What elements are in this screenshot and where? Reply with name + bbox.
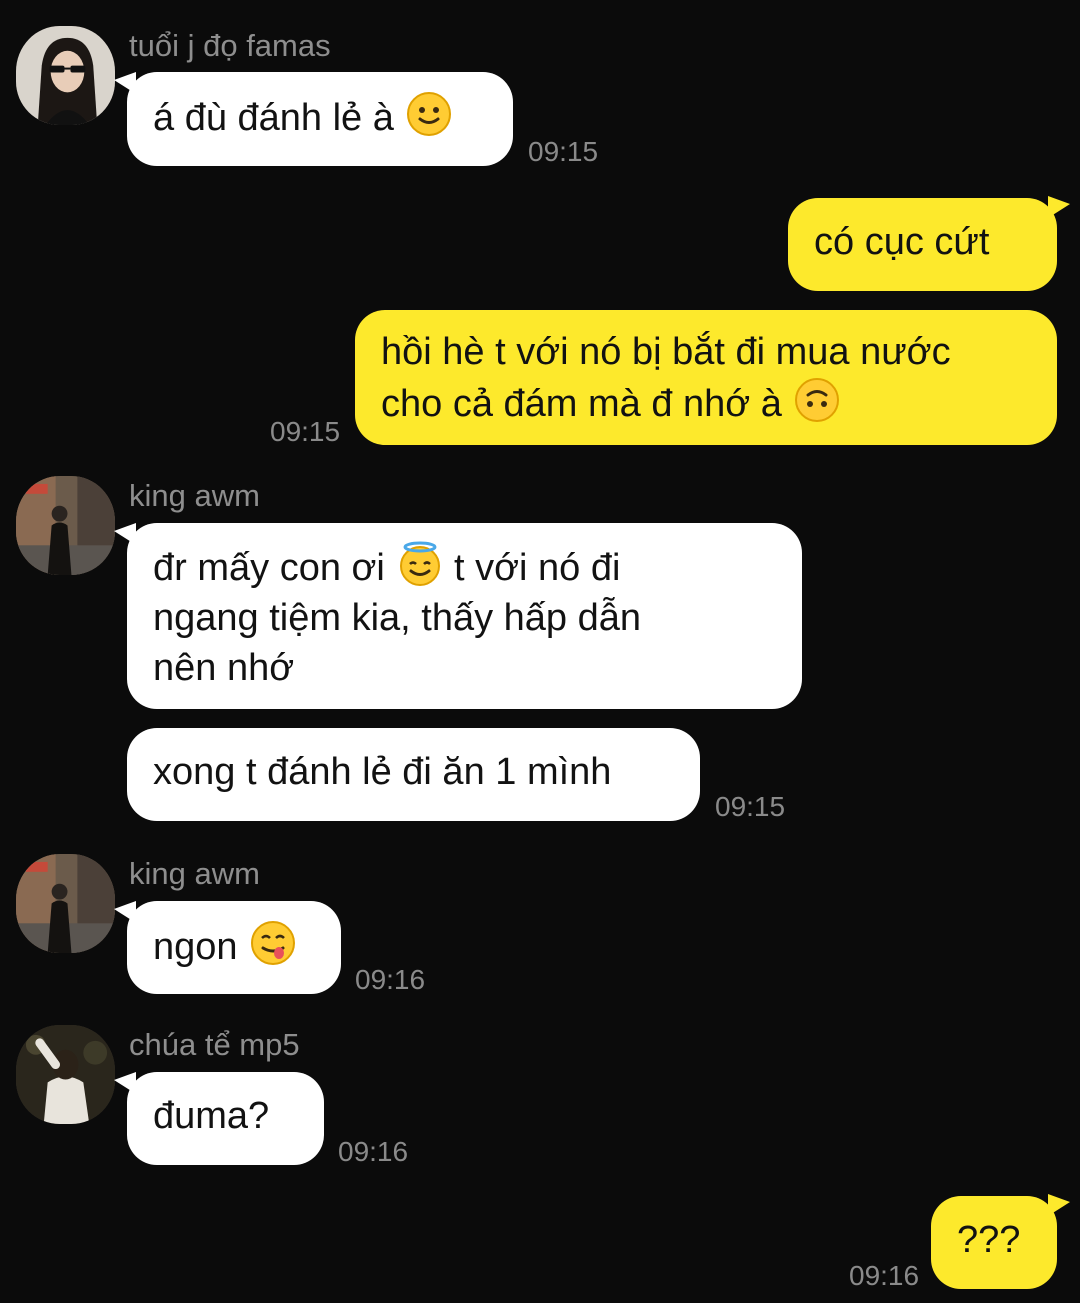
message-timestamp: 09:15 [270,416,341,447]
message-bubble[interactable]: đr mấy con ơi t với nó đi ngang tiệm kia… [127,523,802,709]
message-text-line: ngang tiệm kia, thấy hấp dẫn [153,597,642,639]
message-timestamp: 09:16 [355,964,426,995]
message-text-line: cho cả đám mà đ nhớ à [381,383,782,425]
message-text-line: hồi hè t với nó bị bắt đi mua nước [381,331,951,373]
upside-down-face-emoji-icon [794,377,840,423]
message-bubble[interactable]: xong t đánh lẻ đi ăn 1 mình [127,728,700,821]
avatar-chua-te-mp5[interactable] [16,1025,115,1124]
avatar-photo [16,476,115,575]
message-text-line: nên nhớ [153,647,295,689]
message-text: có cục cứt [814,221,990,263]
sender-name: king awm [129,478,260,513]
message-text: á đù đánh lẻ à [153,97,394,139]
message-bubble[interactable]: ngon [127,901,341,994]
message-text: ngon [153,926,238,968]
face-savoring-food-emoji-icon [250,920,296,966]
message-text: ??? [957,1219,1021,1261]
message-timestamp: 09:16 [849,1260,920,1291]
message-timestamp: 09:15 [715,791,786,822]
avatar-photo [16,854,115,953]
sender-name: king awm [129,856,260,891]
avatar-tuoi-j-do-famas[interactable] [16,26,115,125]
slightly-smiling-face-emoji-icon [406,91,452,137]
sender-name: chúa tể mp5 [129,1027,300,1062]
message-text-part: đr mấy con ơi [153,547,385,589]
message-bubble-outgoing[interactable]: ??? [931,1196,1057,1289]
message-bubble[interactable]: đuma? [127,1072,324,1165]
sender-name: tuổi j đọ famas [129,28,331,63]
message-text: đuma? [153,1095,270,1137]
message-text-part: t với nó đi [454,547,621,589]
smiling-face-with-halo-emoji-icon [397,541,443,587]
message-timestamp: 09:15 [528,136,599,167]
message-timestamp: 09:16 [338,1136,409,1167]
avatar-photo [16,26,115,125]
avatar-photo [16,1025,115,1124]
message-text: xong t đánh lẻ đi ăn 1 mình [153,751,612,793]
avatar-king-awm[interactable] [16,476,115,575]
message-bubble-outgoing[interactable]: hồi hè t với nó bị bắt đi mua nước cho c… [355,310,1057,445]
message-bubble[interactable]: á đù đánh lẻ à [127,72,513,166]
avatar-king-awm[interactable] [16,854,115,953]
message-bubble-outgoing[interactable]: có cục cứt [788,198,1057,291]
